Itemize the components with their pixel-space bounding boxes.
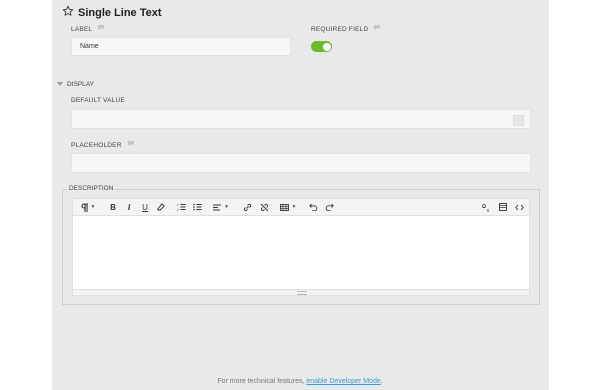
insert-link-icon[interactable] [241, 199, 253, 215]
star-icon[interactable] [62, 4, 74, 22]
code-view-icon[interactable] [513, 199, 525, 215]
rich-text-toolbar: ▼ B I U 12 ▼ ▼ Ωπ [72, 198, 530, 216]
default-value-picker-icon[interactable] [513, 115, 524, 126]
required-field-label: REQUIRED FIELD [311, 25, 381, 33]
label-field-label-text: LABEL [71, 26, 92, 33]
unordered-list-icon[interactable] [191, 199, 203, 215]
resize-grip-icon [297, 291, 307, 295]
required-field-toggle[interactable] [311, 41, 332, 52]
bold-icon[interactable]: B [107, 199, 119, 215]
label-input[interactable]: Name [71, 37, 291, 56]
toggle-knob [322, 42, 331, 51]
default-value-input[interactable] [71, 109, 531, 129]
align-button[interactable]: ▼ [209, 199, 233, 215]
chevron-down-icon: ▼ [90, 204, 96, 210]
required-field-label-text: REQUIRED FIELD [311, 26, 369, 33]
placeholder-label: PLACEHOLDER [71, 141, 134, 149]
help-icon[interactable] [374, 25, 381, 30]
insert-table-icon [279, 203, 289, 211]
developer-mode-link[interactable]: enable Developer Mode [306, 378, 380, 385]
label-input-value: Name [80, 43, 99, 50]
help-icon[interactable] [127, 141, 134, 146]
footer-text: For more technical features, [217, 378, 307, 385]
display-section-header[interactable]: DISPLAY [57, 81, 94, 88]
chevron-down-icon: ▼ [224, 204, 229, 210]
underline-icon[interactable]: U [139, 199, 151, 215]
field-header: Single Line Text [62, 4, 162, 22]
description-legend: DESCRIPTION [67, 185, 116, 192]
placeholder-label-text: PLACEHOLDER [71, 142, 122, 149]
default-value-label: DEFAULT VALUE [71, 97, 125, 104]
description-editor[interactable] [72, 216, 530, 290]
svg-text:Ω: Ω [482, 204, 486, 210]
clear-format-icon[interactable] [155, 199, 167, 215]
field-type-title: Single Line Text [78, 7, 162, 19]
svg-text:1: 1 [177, 203, 179, 207]
editor-resize-handle[interactable] [72, 290, 530, 296]
svg-text:π: π [486, 208, 489, 212]
insert-table-button[interactable]: ▼ [276, 199, 300, 215]
undo-icon[interactable] [307, 199, 319, 215]
redo-icon[interactable] [323, 199, 335, 215]
chevron-down-icon: ▼ [291, 204, 297, 210]
unlink-icon[interactable] [258, 199, 270, 215]
italic-icon[interactable]: I [123, 199, 135, 215]
paragraph-format-icon [80, 202, 88, 212]
footer-note: For more technical features, enable Deve… [0, 378, 600, 385]
label-field-label: LABEL [71, 25, 105, 33]
footer-suffix: . [380, 378, 383, 385]
placeholder-input[interactable] [71, 153, 531, 173]
fullscreen-icon[interactable] [497, 199, 509, 215]
ordered-list-icon[interactable]: 12 [175, 199, 187, 215]
caret-down-icon [57, 82, 63, 86]
svg-text:2: 2 [177, 208, 179, 211]
paragraph-format-button[interactable]: ▼ [77, 199, 99, 215]
align-icon [213, 204, 222, 210]
display-section-label: DISPLAY [67, 81, 94, 88]
special-characters-icon[interactable]: Ωπ [480, 199, 492, 215]
help-icon[interactable] [98, 25, 105, 30]
